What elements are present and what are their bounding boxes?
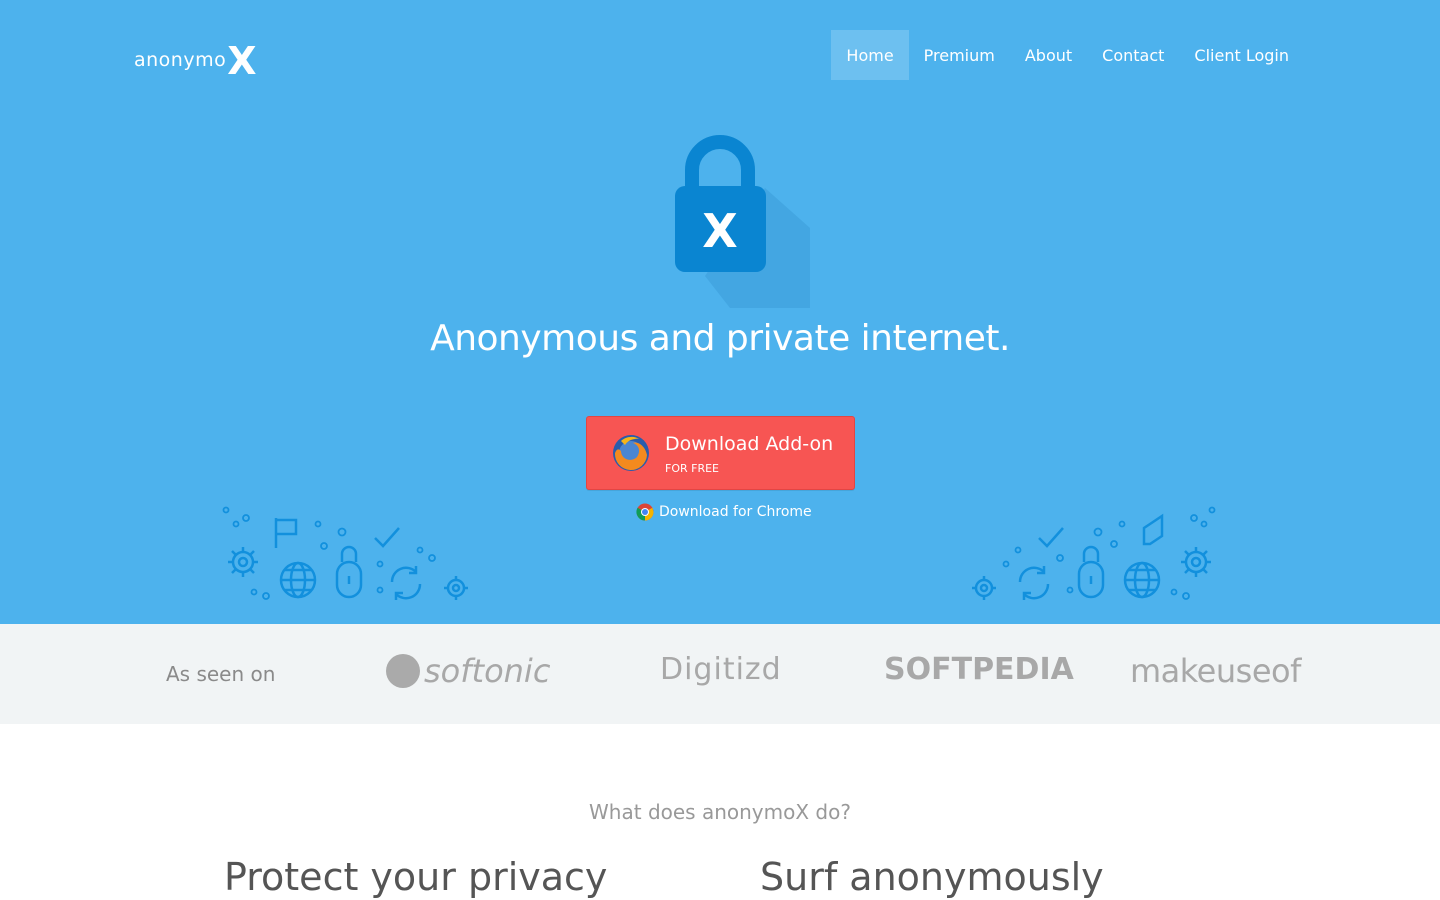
- softpedia-logo: SOFTPEDIA: [884, 652, 1074, 687]
- makeuseof-logo: makeuseof: [1130, 652, 1301, 690]
- decorative-icons-right: [972, 506, 1216, 600]
- nav-item-premium[interactable]: Premium: [909, 30, 1010, 80]
- flag-icon: [274, 518, 298, 548]
- softonic-mascot-icon: [386, 654, 420, 688]
- checkmark-icon: [374, 527, 400, 548]
- download-chrome-link[interactable]: Download for Chrome: [636, 503, 812, 521]
- gear-small-icon: [972, 576, 996, 600]
- padlock-icon: X: [675, 135, 810, 308]
- brand-logo[interactable]: anonymo X: [134, 36, 257, 80]
- softonic-logo: softonic: [386, 652, 550, 690]
- megaphone-icon: [1142, 513, 1164, 546]
- refresh-icon: [390, 566, 422, 600]
- main-nav: Home Premium About Contact Client Login: [831, 30, 1304, 80]
- as-seen-on-section: As seen on softonic Digitizd SOFTPEDIA m…: [0, 624, 1440, 724]
- gear-icon: [228, 547, 258, 577]
- bubble-dots: [1002, 506, 1216, 600]
- globe-icon: [1123, 561, 1161, 599]
- nav-item-home[interactable]: Home: [831, 30, 909, 80]
- padlock-shackle: [685, 135, 755, 190]
- checkmark-icon: [1038, 527, 1064, 548]
- hero-headline: Anonymous and private internet.: [430, 318, 1010, 359]
- hero-section: anonymo X Home Premium About Contact Cli…: [0, 0, 1440, 624]
- download-addon-label: Download Add-on: [665, 433, 834, 455]
- lock-outline-icon: [335, 545, 363, 599]
- firefox-icon: [613, 435, 649, 471]
- decorative-icons-left: [222, 506, 468, 600]
- brand-name-prefix: anonymo: [134, 49, 227, 71]
- as-seen-on-label: As seen on: [166, 662, 276, 686]
- feature-title-surf-anonymously: Surf anonymously: [760, 855, 1104, 899]
- digitizd-logo: Digitizd: [660, 652, 782, 687]
- refresh-icon: [1018, 566, 1050, 600]
- nav-item-about[interactable]: About: [1010, 30, 1087, 80]
- padlock-letter: X: [702, 204, 737, 258]
- download-addon-sublabel: FOR FREE: [665, 462, 719, 475]
- globe-icon: [279, 561, 317, 599]
- features-heading: What does anonymoX do?: [589, 800, 851, 824]
- download-chrome-label: Download for Chrome: [659, 504, 812, 520]
- gear-icon: [1181, 547, 1211, 577]
- chrome-icon: [636, 503, 654, 521]
- lock-outline-icon: [1077, 545, 1105, 599]
- nav-item-contact[interactable]: Contact: [1087, 30, 1179, 80]
- feature-title-protect-privacy: Protect your privacy: [224, 855, 608, 899]
- download-addon-button[interactable]: Download Add-on FOR FREE: [586, 416, 855, 490]
- nav-item-client-login[interactable]: Client Login: [1179, 30, 1304, 80]
- gear-small-icon: [444, 576, 468, 600]
- brand-name-suffix: X: [227, 39, 257, 83]
- bubble-dots: [222, 506, 436, 600]
